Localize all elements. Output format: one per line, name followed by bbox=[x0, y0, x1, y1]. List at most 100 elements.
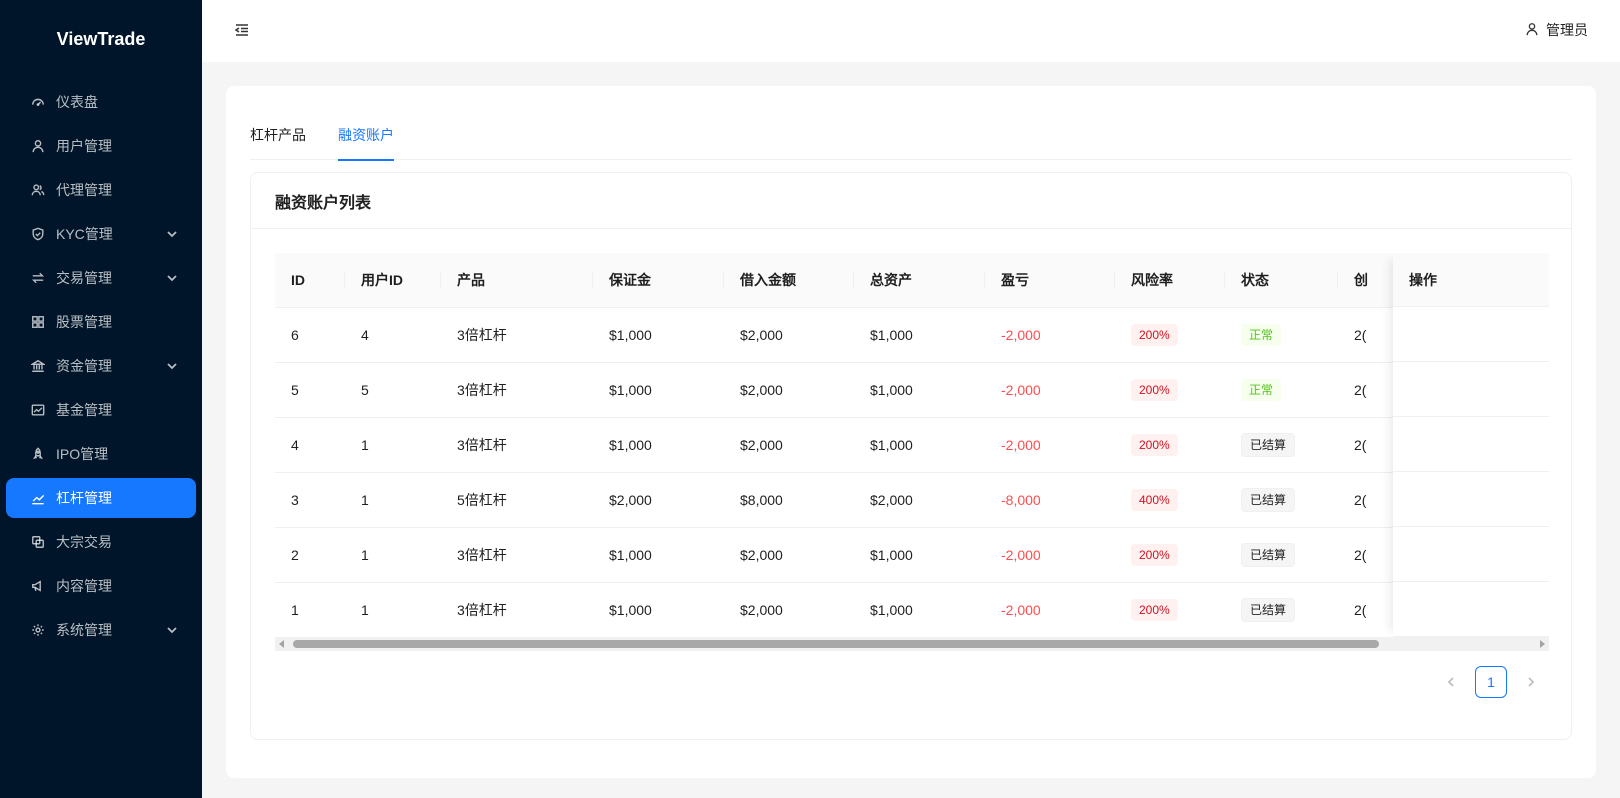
sidebar-item-3[interactable]: KYC管理 bbox=[6, 214, 196, 254]
table-row: 3 1 5倍杠杆 $2,000 $8,000 $2,000 -8,000 400% 已结算 2( bbox=[275, 472, 1549, 528]
sidebar-item-label: IPO管理 bbox=[56, 446, 109, 462]
pnl-cell: -8,000 bbox=[985, 472, 1115, 528]
status-badge: 已结算 bbox=[1241, 432, 1296, 457]
sidebar-item-12[interactable]: 系统管理 bbox=[6, 610, 196, 650]
actions-cell bbox=[1393, 307, 1549, 362]
content-card: 杠杆产品 融资账户 融资账户列表 ID 用户ID 产品 保证金 借入金额 总资产 盈亏 风险率… bbox=[226, 86, 1596, 778]
menu-fold-icon[interactable] bbox=[234, 22, 250, 38]
table-cell: 5倍杠杆 bbox=[441, 472, 593, 528]
notification-icon bbox=[30, 578, 46, 594]
pnl-cell: -2,000 bbox=[985, 417, 1115, 473]
sidebar-item-0[interactable]: 仪表盘 bbox=[6, 82, 196, 122]
status-cell: 已结算 bbox=[1225, 582, 1338, 638]
prev-page-icon[interactable] bbox=[1435, 666, 1467, 698]
table-cell: $1,000 bbox=[593, 362, 724, 418]
copy-icon bbox=[30, 534, 46, 550]
sidebar-item-11[interactable]: 内容管理 bbox=[6, 566, 196, 606]
chevron-down-icon bbox=[166, 271, 178, 283]
column-header: 用户ID bbox=[345, 253, 441, 308]
sidebar-item-7[interactable]: 基金管理 bbox=[6, 390, 196, 430]
fund-icon bbox=[30, 402, 46, 418]
table-cell: $8,000 bbox=[724, 472, 854, 528]
shield-icon bbox=[30, 226, 46, 242]
table-cell: $1,000 bbox=[593, 307, 724, 363]
table-cell: 4 bbox=[345, 307, 441, 363]
column-header: 盈亏 bbox=[985, 253, 1115, 308]
table-cell: 5 bbox=[275, 362, 345, 418]
actions-cell bbox=[1393, 472, 1549, 527]
table-cell: 1 bbox=[345, 527, 441, 583]
horizontal-scrollbar[interactable] bbox=[275, 637, 1549, 651]
scrollbar-thumb[interactable] bbox=[293, 640, 1379, 648]
scroll-left-arrow-icon[interactable] bbox=[279, 640, 284, 648]
scroll-right-arrow-icon[interactable] bbox=[1540, 640, 1545, 648]
risk-rate-tag: 200% bbox=[1131, 323, 1178, 346]
chevron-down-icon bbox=[166, 227, 178, 239]
column-header: 状态 bbox=[1225, 253, 1338, 308]
sidebar-item-label: 仪表盘 bbox=[56, 94, 98, 110]
column-header: 借入金额 bbox=[724, 253, 854, 308]
risk-rate-tag: 200% bbox=[1131, 543, 1178, 566]
status-cell: 已结算 bbox=[1225, 472, 1338, 528]
table-cell: $1,000 bbox=[854, 582, 985, 638]
sidebar-item-4[interactable]: 交易管理 bbox=[6, 258, 196, 298]
table-cell: $1,000 bbox=[854, 417, 985, 473]
pnl-cell: -2,000 bbox=[985, 527, 1115, 583]
table-header-row: ID 用户ID 产品 保证金 借入金额 总资产 盈亏 风险率 状态创 bbox=[275, 253, 1549, 308]
page-number[interactable]: 1 bbox=[1475, 666, 1507, 698]
tab-leverage-products[interactable]: 杠杆产品 bbox=[250, 110, 306, 160]
table-cell: $2,000 bbox=[724, 417, 854, 473]
stock-line-icon bbox=[30, 490, 46, 506]
table-cell: $1,000 bbox=[593, 582, 724, 638]
risk-cell: 200% bbox=[1115, 582, 1225, 638]
status-badge: 正常 bbox=[1241, 323, 1282, 346]
sidebar-item-1[interactable]: 用户管理 bbox=[6, 126, 196, 166]
table-cell: 6 bbox=[275, 307, 345, 363]
grid-icon bbox=[30, 314, 46, 330]
table-cell: $1,000 bbox=[593, 417, 724, 473]
sidebar-item-label: 基金管理 bbox=[56, 402, 112, 418]
user-icon bbox=[1525, 22, 1546, 39]
actions-column-header: 操作 bbox=[1393, 253, 1549, 307]
sidebar-item-5[interactable]: 股票管理 bbox=[6, 302, 196, 342]
tab-financing-accounts[interactable]: 融资账户 bbox=[338, 110, 394, 161]
risk-rate-tag: 200% bbox=[1131, 433, 1178, 456]
table-cell: 5 bbox=[345, 362, 441, 418]
table-cell: 3倍杠杆 bbox=[441, 307, 593, 363]
column-header: 总资产 bbox=[854, 253, 985, 308]
status-cell: 已结算 bbox=[1225, 527, 1338, 583]
sidebar-item-label: 系统管理 bbox=[56, 622, 112, 638]
table-row: 2 1 3倍杠杆 $1,000 $2,000 $1,000 -2,000 200% 已结算 2( bbox=[275, 527, 1549, 583]
table-cell: 1 bbox=[345, 582, 441, 638]
sidebar-item-10[interactable]: 大宗交易 bbox=[6, 522, 196, 562]
swap-icon bbox=[30, 270, 46, 286]
table-cell: 3倍杠杆 bbox=[441, 362, 593, 418]
status-cell: 正常 bbox=[1225, 307, 1338, 363]
sidebar-item-label: 内容管理 bbox=[56, 578, 112, 594]
bank-icon bbox=[30, 358, 46, 374]
table-cell: $2,000 bbox=[724, 527, 854, 583]
sidebar-item-8[interactable]: IPO管理 bbox=[6, 434, 196, 474]
chevron-down-icon bbox=[166, 623, 178, 635]
user-icon bbox=[30, 138, 46, 154]
actions-cell bbox=[1393, 582, 1549, 637]
table-cell: $1,000 bbox=[854, 307, 985, 363]
user-menu[interactable]: 管理员 bbox=[1525, 20, 1588, 40]
table-cell: 3倍杠杆 bbox=[441, 527, 593, 583]
sidebar-item-2[interactable]: 代理管理 bbox=[6, 170, 196, 210]
sidebar-item-label: 用户管理 bbox=[56, 138, 112, 154]
table-cell: 3倍杠杆 bbox=[441, 582, 593, 638]
sidebar-item-9[interactable]: 杠杆管理 bbox=[6, 478, 196, 518]
sidebar-item-6[interactable]: 资金管理 bbox=[6, 346, 196, 386]
table-cell: 4 bbox=[275, 417, 345, 473]
sidebar-item-label: 杠杆管理 bbox=[56, 490, 112, 506]
table-cell: $2,000 bbox=[854, 472, 985, 528]
risk-cell: 200% bbox=[1115, 527, 1225, 583]
next-page-icon[interactable] bbox=[1515, 666, 1547, 698]
actions-fixed-column: 操作 bbox=[1393, 253, 1549, 637]
status-badge: 已结算 bbox=[1241, 487, 1296, 512]
rocket-icon bbox=[30, 446, 46, 462]
sidebar: ViewTrade 仪表盘 用户管理 代理管理 KYC管理 交易管理 股票管理 资金管理 基金… bbox=[0, 0, 202, 798]
sidebar-item-label: 交易管理 bbox=[56, 270, 112, 286]
user-name: 管理员 bbox=[1546, 22, 1588, 38]
